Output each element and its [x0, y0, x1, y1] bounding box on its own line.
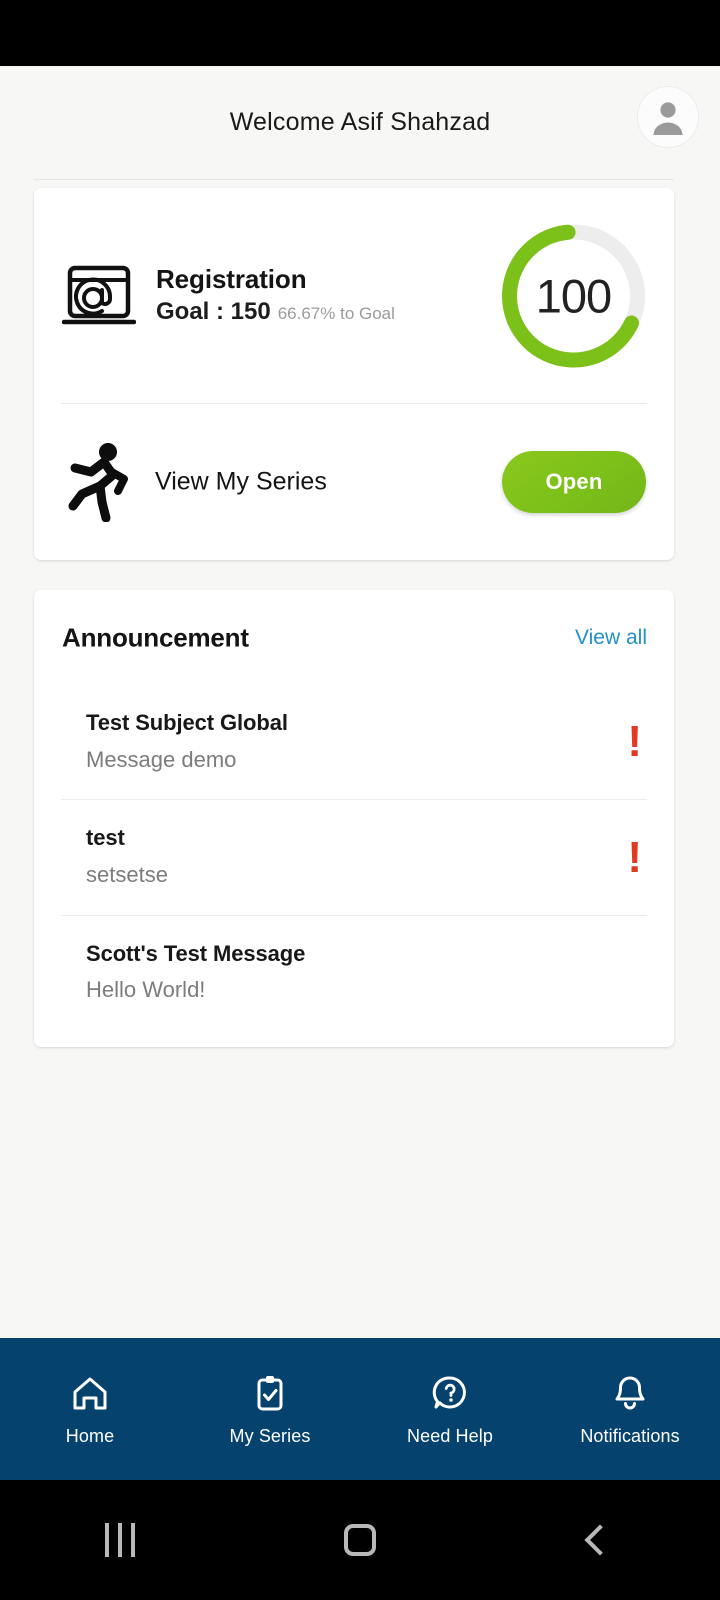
list-item[interactable]: test setsetse !	[61, 800, 647, 916]
announcement-header: Announcement View all	[34, 590, 674, 685]
avatar[interactable]	[637, 86, 699, 148]
announcement-subject: test	[86, 825, 125, 851]
home-square-icon	[344, 1524, 376, 1556]
announcement-list: Test Subject Global Message demo ! test …	[34, 685, 674, 1030]
registration-text-block: Registration Goal : 150 66.67% to Goal	[156, 263, 395, 327]
view-my-series-row[interactable]: View My Series Open	[34, 404, 674, 560]
app-header: Welcome Asif Shahzad	[0, 66, 720, 179]
alert-exclamation-icon: !	[627, 832, 642, 882]
nav-item-notifications[interactable]: Notifications	[550, 1371, 710, 1447]
home-icon	[70, 1371, 110, 1415]
registration-at-window-icon	[60, 260, 138, 332]
registration-percent-label: 66.67% to Goal	[277, 304, 395, 324]
registration-progress-gauge: 100	[496, 218, 651, 373]
registration-title: Registration	[156, 263, 307, 294]
back-chevron-icon	[584, 1524, 616, 1556]
bottom-navigation-bar: Home My Series Need Help Notifications	[0, 1338, 720, 1480]
open-series-button[interactable]: Open	[502, 451, 646, 513]
announcement-card: Announcement View all Test Subject Globa…	[34, 590, 674, 1047]
nav-item-my-series[interactable]: My Series	[190, 1371, 350, 1447]
announcement-subject: Scott's Test Message	[86, 940, 306, 966]
announcement-message: Message demo	[86, 746, 237, 772]
registration-goal-line: Goal : 150 66.67% to Goal	[156, 298, 395, 326]
android-status-bar	[0, 0, 720, 66]
nav-item-need-help[interactable]: Need Help	[370, 1371, 530, 1447]
recents-icon	[105, 1523, 135, 1557]
alert-exclamation-icon: !	[627, 717, 642, 767]
gauge-value-label: 100	[535, 269, 612, 322]
announcement-message: setsetse	[86, 862, 168, 888]
question-bubble-icon	[430, 1371, 470, 1415]
announcement-subject: Test Subject Global	[86, 710, 288, 735]
nav-label-need-help: Need Help	[407, 1426, 493, 1446]
list-item[interactable]: Test Subject Global Message demo !	[61, 685, 647, 801]
announcement-message: Hello World!	[86, 977, 206, 1003]
registration-goal-label: Goal : 150	[156, 298, 271, 326]
nav-label-notifications: Notifications	[580, 1426, 680, 1446]
summary-card: Registration Goal : 150 66.67% to Goal 1…	[34, 188, 674, 560]
android-system-navigation	[0, 1480, 720, 1600]
back-button[interactable]	[510, 1480, 690, 1600]
announcement-view-all-link[interactable]: View all	[575, 626, 647, 650]
nav-label-my-series: My Series	[229, 1426, 311, 1446]
recents-button[interactable]	[30, 1480, 210, 1600]
person-avatar-icon	[653, 102, 683, 135]
header-divider	[34, 179, 674, 180]
announcement-title: Announcement	[62, 622, 249, 652]
bell-icon	[610, 1371, 650, 1415]
nav-item-home[interactable]: Home	[10, 1371, 170, 1447]
page-title: Welcome Asif Shahzad	[229, 108, 491, 136]
view-my-series-label: View My Series	[155, 467, 327, 496]
registration-row[interactable]: Registration Goal : 150 66.67% to Goal 1…	[34, 188, 674, 403]
running-person-icon	[64, 441, 138, 523]
system-home-button[interactable]	[270, 1480, 450, 1600]
clipboard-check-icon	[250, 1371, 290, 1415]
list-item[interactable]: Scott's Test Message Hello World!	[61, 916, 647, 1030]
nav-label-home: Home	[65, 1426, 115, 1446]
